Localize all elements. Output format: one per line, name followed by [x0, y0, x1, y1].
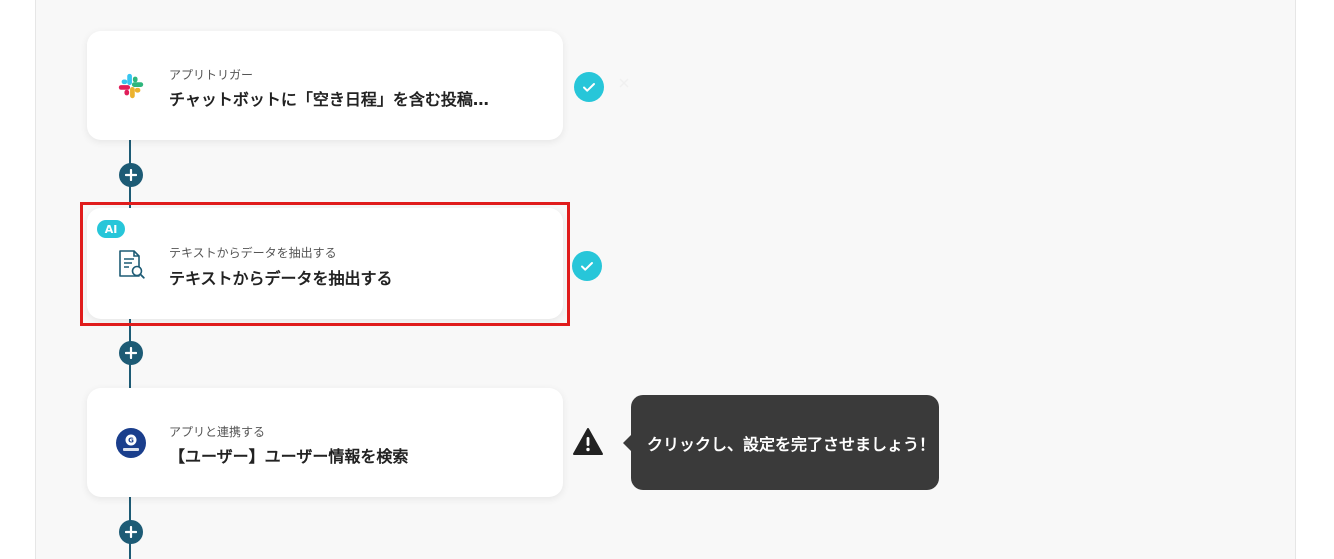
warning-icon — [573, 428, 603, 455]
plus-icon — [125, 526, 137, 538]
add-step-button[interactable] — [119, 163, 143, 187]
close-icon[interactable] — [617, 76, 631, 90]
step-type-label: テキストからデータを抽出する — [169, 246, 337, 260]
setup-tooltip: クリックし、設定を完了させましょう！ — [623, 395, 939, 490]
svg-text:G: G — [128, 436, 134, 444]
flow-step-ai-extract[interactable]: テキストからデータを抽出する テキストからデータを抽出する — [87, 208, 563, 319]
ai-badge: AI — [97, 220, 125, 238]
status-complete — [574, 72, 604, 102]
plus-icon — [125, 169, 137, 181]
slack-icon — [115, 70, 147, 102]
garoon-icon: G — [115, 427, 147, 459]
plus-icon — [125, 347, 137, 359]
tooltip-text: クリックし、設定を完了させましょう！ — [647, 434, 936, 454]
step-title: チャットボットに「空き日程」を含む投稿… — [169, 90, 489, 109]
flow-step-app-action[interactable]: G アプリと連携する 【ユーザー】ユーザー情報を検索 — [87, 388, 563, 497]
step-title: 【ユーザー】ユーザー情報を検索 — [169, 447, 409, 466]
check-icon — [583, 83, 595, 92]
step-type-label: アプリトリガー — [169, 68, 254, 82]
step-title: テキストからデータを抽出する — [169, 269, 393, 288]
check-icon — [581, 262, 593, 271]
status-complete — [572, 251, 602, 281]
document-search-icon — [115, 248, 147, 280]
step-type-label: アプリと連携する — [169, 425, 266, 439]
flow-step-trigger[interactable]: アプリトリガー チャットボットに「空き日程」を含む投稿… — [87, 31, 629, 140]
add-step-button[interactable] — [119, 520, 143, 544]
add-step-button[interactable] — [119, 341, 143, 365]
